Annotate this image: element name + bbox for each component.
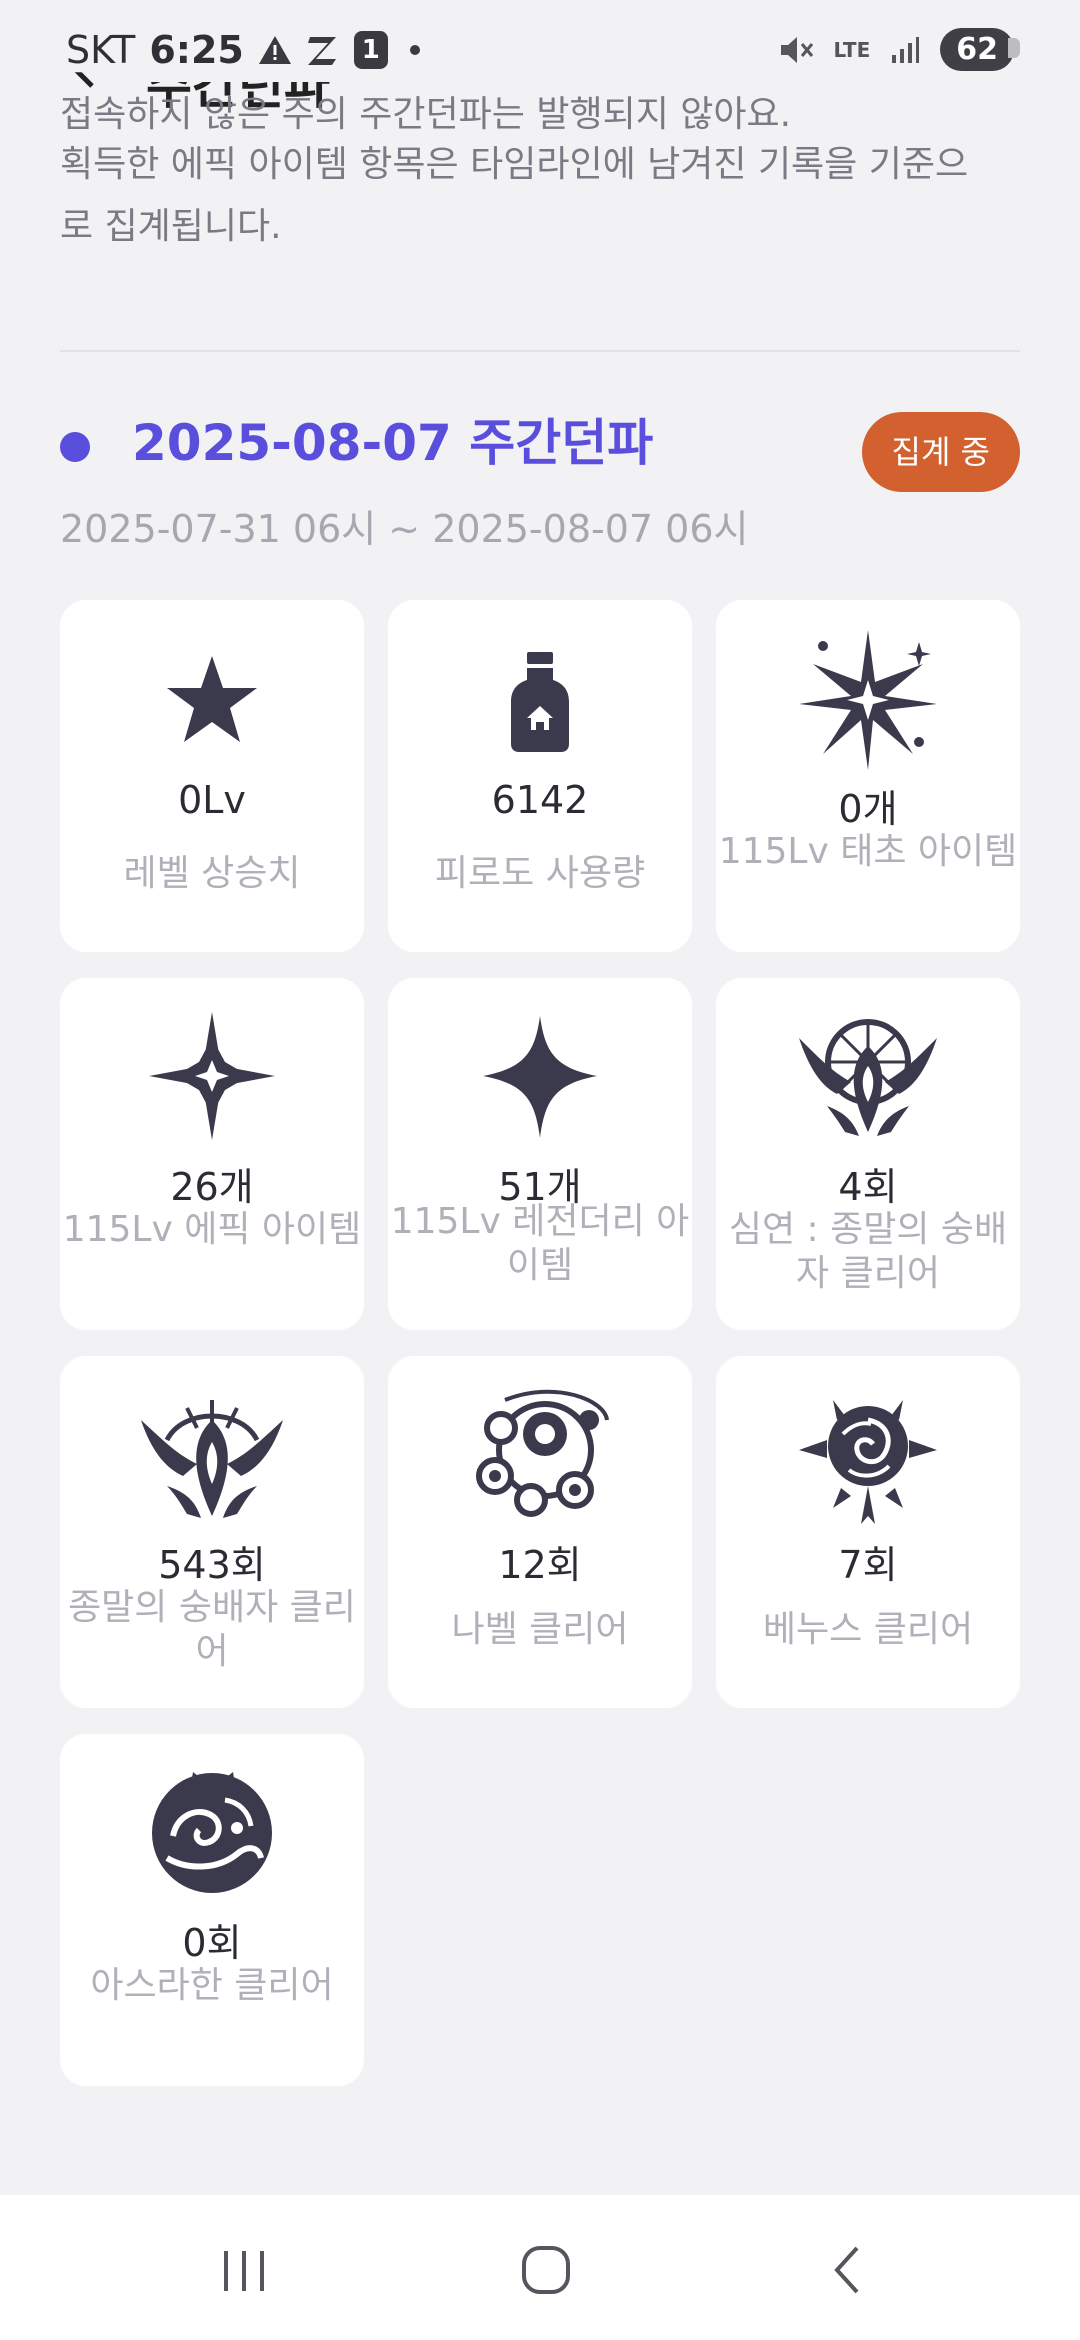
notification-badge: 1: [353, 31, 388, 69]
more-notifications-dot: [409, 45, 420, 55]
network-type: LTE: [833, 37, 871, 62]
four-point-star-icon: [465, 1002, 615, 1152]
stat-card-abyss: 4회 심연 : 종말의 숭배자 클리어: [716, 978, 1020, 1330]
status-badge: 집계 중: [861, 412, 1020, 492]
stat-value: 26개: [170, 1165, 254, 1209]
stat-label: 115Lv 레전더리 아이템: [390, 1201, 690, 1286]
system-nav-bar: [0, 2195, 1080, 2340]
mute-icon: [778, 33, 814, 67]
doom-crest-icon: [137, 1380, 287, 1530]
stat-value: 0개: [838, 787, 898, 831]
week-dot: [60, 432, 90, 462]
stat-card-fatigue: 6142 피로도 사용량: [388, 600, 692, 952]
warning-icon: [258, 34, 292, 66]
signal-icon: [890, 35, 920, 65]
venus-rose-icon: [793, 1380, 943, 1530]
stat-label: 베누스 클리어: [762, 1609, 974, 1650]
sparkle-epic-icon: [137, 1002, 287, 1152]
notice-text: 접속하지 않은 주의 주간던파는 발행되지 않아요. 획득한 에픽 아이템 항목…: [60, 94, 1020, 258]
back-icon[interactable]: [808, 2235, 888, 2305]
stat-label: 나벨 클리어: [451, 1609, 629, 1650]
star-icon: [137, 624, 287, 774]
stat-card-level: 0Lv 레벨 상승치: [60, 600, 364, 952]
stat-value: 12회: [498, 1543, 582, 1587]
burst-star-icon: [793, 624, 943, 774]
stat-label: 피로도 사용량: [434, 853, 646, 894]
divider: [60, 350, 1020, 352]
asrahan-wave-icon: [137, 1758, 287, 1908]
stat-label: 레벨 상승치: [123, 853, 301, 894]
stat-value: 0회: [182, 1921, 242, 1965]
stat-card-legendary: 51개 115Lv 레전더리 아이템: [388, 978, 692, 1330]
week-range: 2025-07-31 06시 ~ 2025-08-07 06시: [60, 507, 749, 551]
week-title[interactable]: 2025-08-07 주간던파: [132, 410, 653, 476]
clock: 6:25: [149, 28, 244, 72]
battery-indicator: 62: [940, 28, 1020, 71]
stat-card-asrahan: 0회 아스라한 클리어: [60, 1734, 364, 2086]
stat-label: 115Lv 태초 아이템: [718, 831, 1018, 872]
stat-card-nabel: 12회 나벨 클리어: [388, 1356, 692, 1708]
week-header: 2025-08-07 주간던파 집계 중: [60, 410, 1020, 500]
stat-label: 심연 : 종말의 숭배자 클리어: [728, 1209, 1008, 1294]
recents-icon[interactable]: [204, 2235, 284, 2305]
stat-value: 543회: [158, 1543, 266, 1587]
stat-value: 4회: [838, 1165, 898, 1209]
stat-value: 0Lv: [178, 778, 246, 822]
stat-label: 아스라한 클리어: [90, 1965, 334, 2006]
stat-card-epic: 26개 115Lv 에픽 아이템: [60, 978, 364, 1330]
stat-value: 7회: [838, 1543, 898, 1587]
stat-value: 6142: [491, 778, 589, 822]
notice-line-1: 획득한 에픽 아이템 항목은 타임라인에 남겨진 기록을 기준으: [60, 144, 969, 185]
z-app-icon: [306, 33, 340, 67]
notice-line-2: 로 집계됩니다.: [60, 206, 282, 247]
nabel-orb-icon: [465, 1380, 615, 1530]
abyss-crest-icon: [793, 1002, 943, 1152]
stat-label: 115Lv 에픽 아이템: [62, 1209, 362, 1250]
notice-line-cut: 접속하지 않은 주의 주간던파는 발행되지 않아요.: [60, 94, 792, 134]
home-icon[interactable]: [506, 2235, 586, 2305]
stat-card-venus: 7회 베누스 클리어: [716, 1356, 1020, 1708]
stat-card-doom: 543회 종말의 숭배자 클리어: [60, 1356, 364, 1708]
potion-bottle-icon: [465, 624, 615, 774]
stats-grid: 0Lv 레벨 상승치 6142 피로도 사용량 0개 115Lv 태초 아이템 …: [60, 600, 1020, 2086]
stat-card-taecho: 0개 115Lv 태초 아이템: [716, 600, 1020, 952]
stat-label: 종말의 숭배자 클리어: [68, 1587, 356, 1672]
